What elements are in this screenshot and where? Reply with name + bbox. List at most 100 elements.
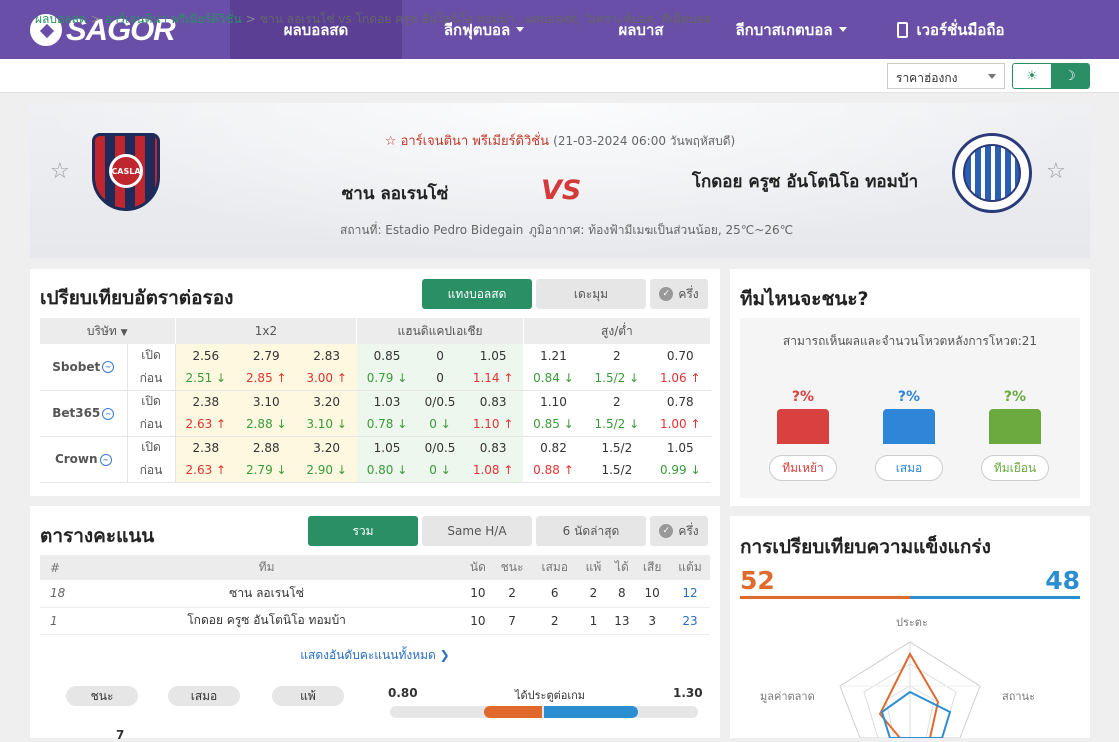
tab-overall[interactable]: รวม xyxy=(308,516,418,546)
odds-cell[interactable]: 1.5/2 ↓ xyxy=(583,367,651,391)
col-rank: # xyxy=(40,555,70,580)
col-company[interactable]: บริษัท ▼ xyxy=(40,318,176,344)
odds-cell[interactable]: 0/0.5 xyxy=(417,436,463,459)
odds-cell[interactable]: 0.85 ↓ xyxy=(523,413,584,437)
arrow-down-icon: ↓ xyxy=(333,463,347,478)
odds-cell[interactable]: 2.56 xyxy=(175,344,237,367)
breadcrumb: ผลบอลสด > อาร์เจนตินา พรีเมียร์ดิวิชั่น > ซา… xyxy=(35,12,712,26)
odds-cell[interactable]: 1.10 xyxy=(523,390,583,413)
odds-cell[interactable]: 1.14 ↑ xyxy=(462,367,524,391)
odds-cell[interactable]: 0 xyxy=(417,344,463,367)
odds-cell[interactable]: 2.63 ↑ xyxy=(175,413,237,437)
odds-cell[interactable]: 0.99 ↓ xyxy=(650,459,711,483)
odds-format-select[interactable]: ราคาฮ่องกง xyxy=(887,63,1005,89)
tab-live-odds[interactable]: แทงบอลสด xyxy=(422,279,532,309)
odds-cell[interactable]: 2.85 ↑ xyxy=(236,367,297,391)
breadcrumb-league[interactable]: อาร์เจนตินา พรีเมียร์ดิวิชั่น xyxy=(105,12,242,26)
odds-cell[interactable]: 0.83 xyxy=(462,436,524,459)
tab-same-ha[interactable]: Same H/A xyxy=(422,516,532,546)
tab-last-6[interactable]: 6 นัดล่าสุด xyxy=(536,516,646,546)
odds-cell[interactable]: 0.70 xyxy=(650,344,710,367)
odds-cell[interactable]: 2.83 xyxy=(296,344,357,367)
odds-cell[interactable]: 0.78 xyxy=(650,390,710,413)
vote-draw-button[interactable]: เสมอ xyxy=(875,455,943,481)
odds-cell[interactable]: 0.88 ↑ xyxy=(523,459,584,483)
odds-cell[interactable]: 0 ↓ xyxy=(417,459,463,483)
nav-mobile-version[interactable]: เวอร์ชั่นมือถือ xyxy=(866,0,1036,59)
home-team-name[interactable]: ซาน ลอเรนโซ่ xyxy=(300,180,490,207)
nav-basketball-leagues[interactable]: ลีกบาสเกตบอล xyxy=(716,0,866,59)
odds-cell[interactable]: 0.82 xyxy=(523,436,583,459)
odds-cell[interactable]: 1.00 ↑ xyxy=(650,413,711,437)
odds-cell[interactable]: 2 xyxy=(584,344,650,367)
odds-cell[interactable]: 0.80 ↓ xyxy=(356,459,418,483)
bookmaker-bet365[interactable]: Bet365 ~ xyxy=(40,390,128,437)
league-name[interactable]: อาร์เจนตินา พรีเมียร์ดิวิชั่น xyxy=(401,134,549,149)
odds-cell[interactable]: 0.84 ↓ xyxy=(523,367,584,391)
bookmaker-crown[interactable]: Crown ~ xyxy=(40,436,128,483)
odds-cell[interactable]: 1.21 xyxy=(523,344,583,367)
draw-pill[interactable]: เสมอ xyxy=(168,686,240,706)
away-team-name[interactable]: โกดอย ครูซ อันโตนิโอ ทอมบ้า xyxy=(680,171,930,193)
odds-cell[interactable]: 1.03 xyxy=(356,390,418,413)
favorite-away-star-icon[interactable]: ☆ xyxy=(1046,159,1066,184)
tab-corner[interactable]: เดะมุม xyxy=(536,279,646,309)
odds-cell[interactable]: 2.88 ↓ xyxy=(236,413,297,437)
show-all-standings-link[interactable]: แสดงอันดับคะแนนทั้งหมด ❯ xyxy=(30,646,720,665)
odds-cell[interactable]: 1.05 xyxy=(650,436,710,459)
odds-cell[interactable]: 0 xyxy=(417,367,463,391)
odds-cell[interactable]: 2.88 xyxy=(236,436,297,459)
odds-cell[interactable]: 2.90 ↓ xyxy=(296,459,357,483)
odds-cell[interactable]: 2.38 xyxy=(175,436,237,459)
loss-pill[interactable]: แพ้ xyxy=(272,686,344,706)
nav-live-score[interactable]: ผลบอลสด xyxy=(230,0,402,59)
odds-cell[interactable]: 3.20 xyxy=(296,436,357,459)
site-logo[interactable]: SAGOR xyxy=(0,0,230,59)
odds-cell[interactable]: 1.05 xyxy=(462,344,524,367)
table-row[interactable]: 1 โกดอย ครูซ อันโตนิโอ ทอมบ้า 10 7 2 1 13 3 23 xyxy=(40,607,710,635)
odds-cell[interactable]: 1.5/2 xyxy=(583,459,651,483)
odds-row-open: Sbobet ~ เปิด 2.56 2.79 2.83 0.85 0 1.05 1.21 2 0.7… xyxy=(40,344,711,391)
odds-cell[interactable]: 3.10 ↓ xyxy=(296,413,357,437)
odds-cell[interactable]: 1.08 ↑ xyxy=(462,459,524,483)
odds-cell[interactable]: 0.85 xyxy=(356,344,418,367)
odds-cell[interactable]: 0 ↓ xyxy=(417,413,463,437)
odds-cell[interactable]: 1.5/2 xyxy=(584,436,650,459)
odds-cell[interactable]: 1.05 xyxy=(356,436,418,459)
odds-cell[interactable]: 0/0.5 xyxy=(417,390,463,413)
star-icon[interactable]: ☆ xyxy=(385,134,397,149)
favorite-home-star-icon[interactable]: ☆ xyxy=(50,159,70,184)
odds-cell[interactable]: 0.78 ↓ xyxy=(356,413,418,437)
win-pill[interactable]: ชนะ xyxy=(66,686,138,706)
vote-away-button[interactable]: ทีมเยือน xyxy=(981,455,1049,481)
goals-label: ได้ประตูต่อเกม xyxy=(514,689,586,702)
odds-cell[interactable]: 2.51 ↓ xyxy=(175,367,237,391)
odds-cell[interactable]: 1.06 ↑ xyxy=(650,367,711,391)
col-handicap: แฮนดิแคปเอเชีย xyxy=(356,318,524,344)
breadcrumb-home[interactable]: ผลบอลสด xyxy=(35,12,87,26)
moon-icon[interactable]: ☽ xyxy=(1051,64,1089,88)
odds-cell[interactable]: 0.83 xyxy=(462,390,524,413)
half-toggle[interactable]: ✓ ครึ่ง xyxy=(650,279,708,309)
odds-cell[interactable]: 2 xyxy=(584,390,650,413)
sun-icon[interactable]: ☀ xyxy=(1013,64,1051,88)
odds-cell[interactable]: 1.10 ↑ xyxy=(462,413,524,437)
vote-home-button[interactable]: ทีมเหย้า xyxy=(769,455,837,481)
odds-cell[interactable]: 2.63 ↑ xyxy=(175,459,237,483)
arrow-up-icon: ↑ xyxy=(686,417,701,432)
half-toggle[interactable]: ✓ ครึ่ง xyxy=(650,516,708,546)
odds-cell[interactable]: 1.5/2 ↓ xyxy=(583,413,651,437)
bookmaker-sbobet[interactable]: Sbobet ~ xyxy=(40,344,128,391)
nav-basketball-results[interactable]: ผลบาส xyxy=(566,0,716,59)
odds-cell[interactable]: 3.10 xyxy=(236,390,297,413)
col-over-under: สูง/ต่ำ xyxy=(523,318,712,344)
odds-cell[interactable]: 3.00 ↑ xyxy=(296,367,357,391)
table-row[interactable]: 18 ซาน ลอเรนโซ่ 10 2 6 2 8 10 12 xyxy=(40,580,710,608)
odds-cell[interactable]: 3.20 xyxy=(296,390,357,413)
odds-cell[interactable]: 0.79 ↓ xyxy=(356,367,418,391)
odds-cell[interactable]: 2.38 xyxy=(175,390,237,413)
odds-cell[interactable]: 2.79 ↓ xyxy=(236,459,297,483)
nav-football-leagues[interactable]: ลีกฟุตบอล xyxy=(402,0,566,59)
odds-cell[interactable]: 2.79 xyxy=(236,344,297,367)
arrow-down-icon: ↓ xyxy=(436,417,451,432)
